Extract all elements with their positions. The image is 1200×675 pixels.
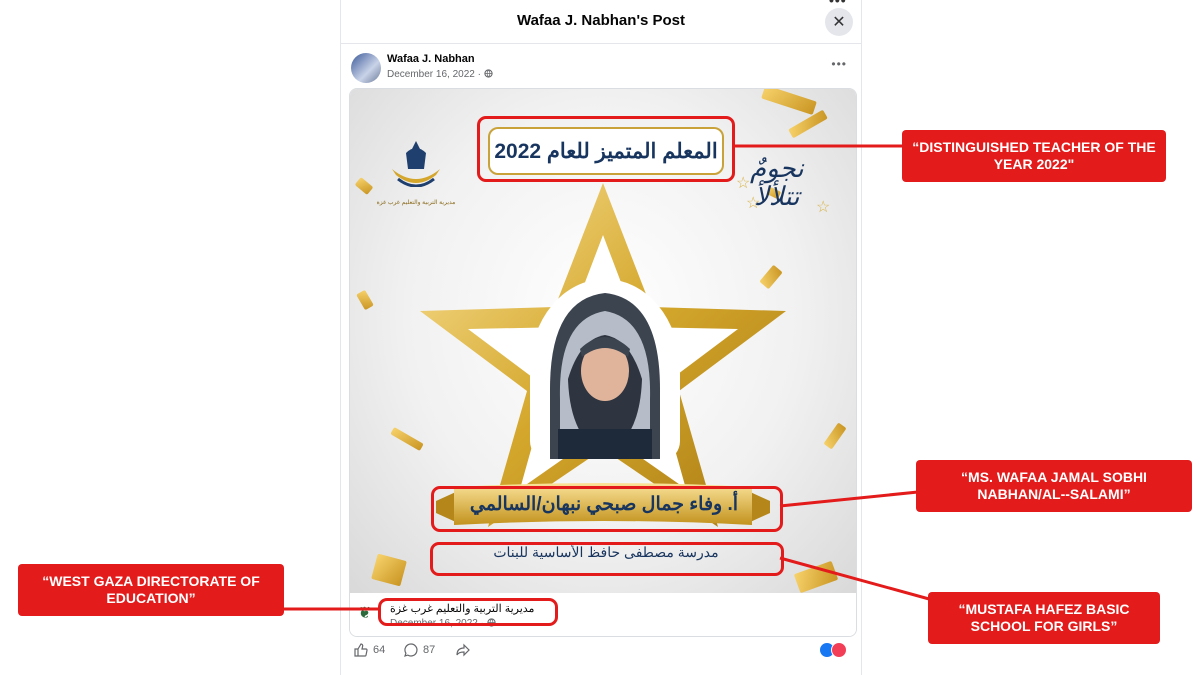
post-date-text: December 16, 2022 · xyxy=(387,69,484,80)
comment-icon xyxy=(404,643,418,657)
confetti xyxy=(793,560,839,593)
share-icon xyxy=(456,643,470,657)
confetti xyxy=(356,289,374,311)
annotation-label-title: “DISTINGUISHED TEACHER OF THE YEAR 2022" xyxy=(902,130,1166,182)
post-actions: 64 87 xyxy=(351,640,851,662)
author-name[interactable]: Wafaa J. Nabhan xyxy=(387,53,475,65)
love-reaction-icon xyxy=(831,642,847,658)
annotation-label-school: “MUSTAFA HAFEZ BASIC SCHOOL FOR GIRLS” xyxy=(928,592,1160,644)
post-date[interactable]: December 16, 2022 · xyxy=(387,69,493,80)
top-overflow-icon[interactable]: ••• xyxy=(829,0,847,8)
reaction-summary[interactable] xyxy=(819,642,847,658)
star-icon: ☆ xyxy=(816,199,831,216)
close-button[interactable]: ✕ xyxy=(825,8,853,36)
annotation-label-name: “MS. WAFAA JAMAL SOBHI NABHAN/AL--SALAMI… xyxy=(916,460,1192,512)
annotation-box-name xyxy=(431,486,783,532)
annotation-box-title xyxy=(477,116,735,182)
annotation-label-directorate: “WEST GAZA DIRECTORATE OF EDUCATION” xyxy=(18,564,284,616)
like-button[interactable]: 64 xyxy=(353,642,385,658)
annotation-box-directorate xyxy=(378,598,558,626)
close-icon: ✕ xyxy=(832,14,846,31)
avatar[interactable] xyxy=(351,53,381,83)
confetti xyxy=(761,89,817,116)
comment-button[interactable]: 87 xyxy=(403,642,435,658)
modal-title: Wafaa J. Nabhan's Post xyxy=(516,12,686,29)
thumbs-up-icon xyxy=(354,643,368,657)
confetti xyxy=(354,177,374,195)
post-author-row: Wafaa J. Nabhan December 16, 2022 · ••• xyxy=(351,53,851,83)
globe-icon xyxy=(484,69,493,78)
comment-count: 87 xyxy=(423,644,436,656)
share-button[interactable] xyxy=(455,642,471,658)
page-logo-icon: ❦ xyxy=(358,605,372,622)
teacher-portrait xyxy=(530,279,680,459)
post-options-button[interactable]: ••• xyxy=(831,57,847,71)
confetti xyxy=(371,553,407,587)
modal-header: ••• Wafaa J. Nabhan's Post ✕ xyxy=(341,0,861,44)
confetti xyxy=(823,422,847,450)
confetti xyxy=(788,109,828,139)
annotation-box-school xyxy=(430,542,784,576)
like-count: 64 xyxy=(373,644,386,656)
